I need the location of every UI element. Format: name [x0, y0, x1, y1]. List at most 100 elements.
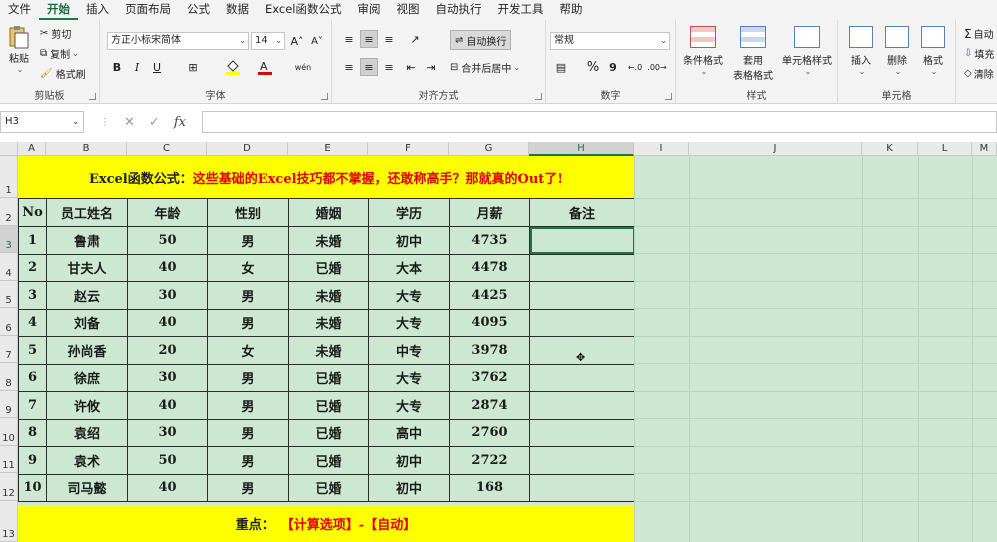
- table-cell[interactable]: [529, 391, 635, 420]
- row-header-13[interactable]: 13: [0, 501, 18, 542]
- font-size-combo[interactable]: 14 ⌄: [251, 32, 285, 50]
- table-cell[interactable]: 男: [207, 391, 289, 420]
- table-cell[interactable]: 女: [207, 253, 289, 282]
- format-as-table-button[interactable]: 套用 表格格式: [728, 26, 778, 82]
- cell-styles-button[interactable]: 单元格样式 ⌄: [780, 26, 834, 76]
- table-cell[interactable]: 男: [207, 226, 289, 255]
- dialog-launcher-icon[interactable]: [535, 93, 542, 100]
- decrease-indent-button[interactable]: ⇤: [402, 58, 420, 76]
- increase-decimal-button[interactable]: ←.0: [626, 58, 644, 76]
- table-cell[interactable]: 男: [207, 418, 289, 447]
- table-cell[interactable]: 2: [18, 253, 47, 282]
- table-cell[interactable]: 初中: [368, 446, 450, 475]
- tab-1[interactable]: 开始: [39, 0, 78, 20]
- align-middle-button[interactable]: ≡: [360, 30, 378, 48]
- row-header-1[interactable]: 1: [0, 156, 18, 198]
- column-header-G[interactable]: G: [449, 142, 529, 156]
- dialog-launcher-icon[interactable]: [89, 93, 96, 100]
- table-cell[interactable]: 40: [127, 473, 208, 502]
- table-cell[interactable]: 袁绍: [46, 418, 128, 447]
- table-cell[interactable]: 3: [18, 281, 47, 310]
- table-cell[interactable]: 168: [449, 473, 530, 502]
- row-header-8[interactable]: 8: [0, 363, 18, 391]
- table-cell[interactable]: 女: [207, 336, 289, 365]
- increase-indent-button[interactable]: ⇥: [422, 58, 440, 76]
- row-header-11[interactable]: 11: [0, 446, 18, 473]
- row-header-12[interactable]: 12: [0, 473, 18, 501]
- table-cell[interactable]: [529, 308, 635, 337]
- table-cell[interactable]: 未婚: [288, 281, 369, 310]
- conditional-format-button[interactable]: 条件格式 ⌄: [680, 26, 726, 76]
- italic-button[interactable]: I: [128, 58, 146, 76]
- column-header-I[interactable]: I: [634, 142, 689, 156]
- table-cell[interactable]: 大本: [368, 253, 450, 282]
- tab-0[interactable]: 文件: [0, 0, 39, 20]
- table-cell[interactable]: 20: [127, 336, 208, 365]
- header-cell[interactable]: 性别: [207, 198, 289, 227]
- table-cell[interactable]: 4425: [449, 281, 530, 310]
- table-cell[interactable]: 大专: [368, 281, 450, 310]
- comma-style-button[interactable]: 9: [604, 58, 622, 76]
- table-cell[interactable]: 大专: [368, 391, 450, 420]
- tab-4[interactable]: 公式: [179, 0, 218, 20]
- orientation-button[interactable]: ↗: [406, 30, 424, 48]
- wrap-text-button[interactable]: ⇌ 自动换行: [450, 30, 512, 50]
- table-cell[interactable]: 1: [18, 226, 47, 255]
- table-cell[interactable]: 已婚: [288, 253, 369, 282]
- bold-button[interactable]: B: [108, 58, 126, 76]
- dialog-launcher-icon[interactable]: [665, 93, 672, 100]
- column-header-F[interactable]: F: [368, 142, 449, 156]
- font-name-combo[interactable]: 方正小标宋简体 ⌄: [107, 32, 249, 50]
- tab-7[interactable]: 审阅: [349, 0, 388, 20]
- table-cell[interactable]: 4095: [449, 308, 530, 337]
- table-cell[interactable]: [529, 418, 635, 447]
- header-cell[interactable]: 学历: [368, 198, 450, 227]
- table-cell[interactable]: [529, 226, 635, 255]
- table-cell[interactable]: 司马懿: [46, 473, 128, 502]
- table-cell[interactable]: 徐庶: [46, 363, 128, 392]
- table-cell[interactable]: 已婚: [288, 391, 369, 420]
- row-header-5[interactable]: 5: [0, 281, 18, 308]
- column-header-H[interactable]: H: [529, 142, 634, 156]
- table-cell[interactable]: 30: [127, 363, 208, 392]
- insert-cells-button[interactable]: 插入 ⌄: [846, 26, 876, 76]
- column-header-D[interactable]: D: [207, 142, 288, 156]
- table-cell[interactable]: 30: [127, 281, 208, 310]
- table-cell[interactable]: [529, 446, 635, 475]
- align-center-button[interactable]: ≡: [360, 58, 378, 76]
- table-cell[interactable]: 4735: [449, 226, 530, 255]
- font-color-button[interactable]: A: [256, 58, 274, 76]
- table-cell[interactable]: 初中: [368, 226, 450, 255]
- copy-button[interactable]: ⧉ 复制 ⌄: [40, 46, 79, 61]
- table-cell[interactable]: 3762: [449, 363, 530, 392]
- insert-function-icon[interactable]: fx: [174, 115, 186, 130]
- column-header-B[interactable]: B: [46, 142, 127, 156]
- table-cell[interactable]: [529, 253, 635, 282]
- column-header-J[interactable]: J: [689, 142, 862, 156]
- table-cell[interactable]: 已婚: [288, 363, 369, 392]
- paste-button[interactable]: 粘贴 ⌄: [4, 24, 34, 74]
- cancel-icon[interactable]: ✕: [124, 115, 135, 130]
- table-cell[interactable]: 刘备: [46, 308, 128, 337]
- column-header-A[interactable]: A: [18, 142, 46, 156]
- align-left-button[interactable]: ≡: [340, 58, 358, 76]
- table-cell[interactable]: 赵云: [46, 281, 128, 310]
- table-cell[interactable]: 30: [127, 418, 208, 447]
- format-cells-button[interactable]: 格式 ⌄: [918, 26, 948, 76]
- table-cell[interactable]: 8: [18, 418, 47, 447]
- column-header-M[interactable]: M: [972, 142, 997, 156]
- grow-font-button[interactable]: A˄: [288, 32, 306, 50]
- table-cell[interactable]: 男: [207, 363, 289, 392]
- table-cell[interactable]: 5: [18, 336, 47, 365]
- align-bottom-button[interactable]: ≡: [380, 30, 398, 48]
- header-cell[interactable]: 月薪: [449, 198, 530, 227]
- underline-button[interactable]: U: [148, 58, 166, 76]
- column-header-C[interactable]: C: [127, 142, 207, 156]
- table-cell[interactable]: 4: [18, 308, 47, 337]
- row-header-7[interactable]: 7: [0, 336, 18, 363]
- table-cell[interactable]: 初中: [368, 473, 450, 502]
- column-header-E[interactable]: E: [288, 142, 368, 156]
- row-header-2[interactable]: 2: [0, 198, 18, 226]
- select-all-corner[interactable]: [0, 142, 18, 156]
- enter-icon[interactable]: ✓: [149, 115, 160, 130]
